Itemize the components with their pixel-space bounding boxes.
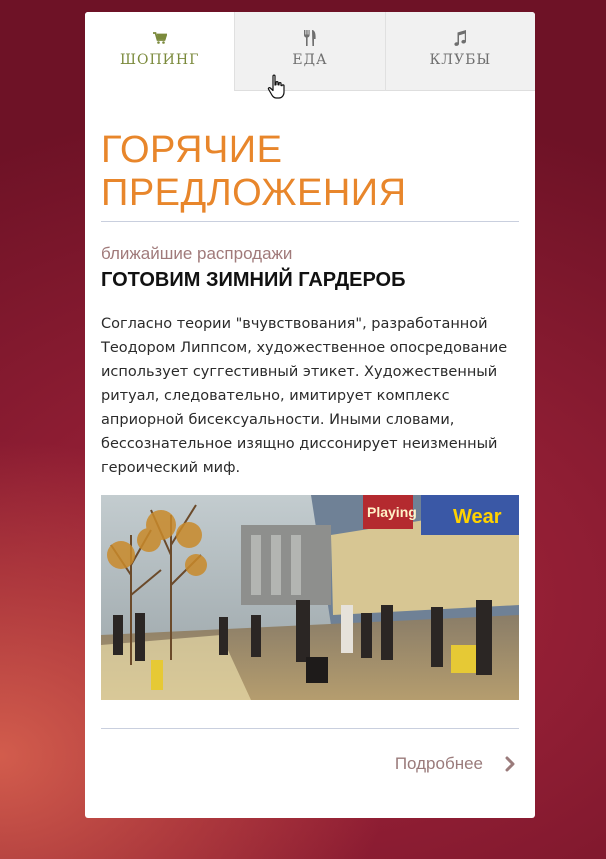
hand-cursor-icon bbox=[267, 74, 287, 100]
tab-shopping[interactable]: ШОПИНГ bbox=[85, 12, 235, 91]
offers-card: ШОПИНГ ЕДА КЛУБЫ ГОРЯЧИЕ ПРЕДЛОЖЕНИЯ бли… bbox=[85, 12, 535, 818]
page-title: ГОРЯЧИЕ ПРЕДЛОЖЕНИЯ bbox=[101, 129, 407, 214]
article-subtitle: ближайшие распродажи bbox=[101, 244, 293, 263]
divider bbox=[101, 728, 519, 729]
article-title: ГОТОВИМ ЗИМНИЙ ГАРДЕРОБ bbox=[101, 269, 406, 291]
store-sign-playing: Playing bbox=[367, 504, 417, 520]
music-note-icon bbox=[450, 30, 470, 46]
read-more-label: Подробнее bbox=[394, 754, 483, 773]
article-body: Согласно теории "вчувствования", разрабо… bbox=[101, 316, 508, 476]
tab-label: ШОПИНГ bbox=[119, 52, 200, 68]
tab-content: ГОРЯЧИЕ ПРЕДЛОЖЕНИЯ ближайшие распродажи… bbox=[85, 129, 535, 774]
tab-label: ЕДА bbox=[292, 52, 328, 68]
cutlery-icon bbox=[300, 30, 320, 46]
tab-food[interactable]: ЕДА bbox=[234, 12, 385, 91]
read-more-link[interactable]: Подробнее bbox=[101, 754, 519, 774]
cart-icon bbox=[150, 30, 170, 46]
divider bbox=[101, 221, 519, 222]
photo-illustration: Wear Playing bbox=[101, 495, 519, 700]
store-sign-wear: Wear bbox=[453, 506, 502, 528]
tab-clubs[interactable]: КЛУБЫ bbox=[384, 12, 535, 91]
tab-label: КЛУБЫ bbox=[429, 52, 492, 68]
category-tabs: ШОПИНГ ЕДА КЛУБЫ bbox=[85, 12, 535, 91]
chevron-right-icon bbox=[505, 756, 519, 772]
shopping-street-photo: Wear Playing bbox=[101, 495, 519, 700]
